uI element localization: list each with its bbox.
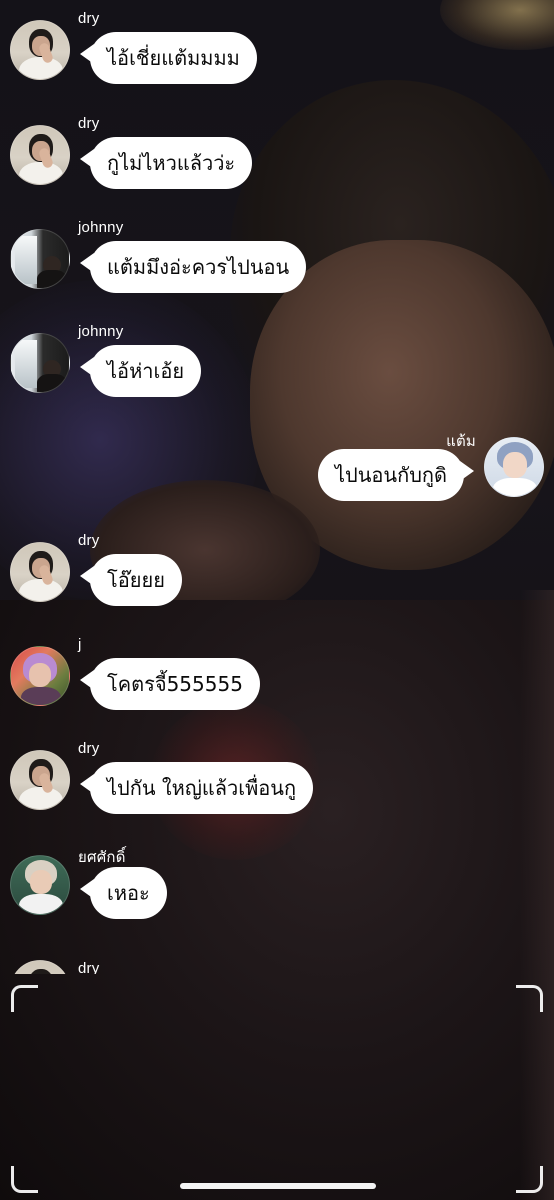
avatar[interactable] <box>10 20 70 80</box>
comment-bubble: ไอ้ห่าเอ้ย <box>79 345 202 397</box>
avatar[interactable] <box>10 750 70 810</box>
comment-username[interactable]: dry <box>78 10 99 27</box>
comment-username[interactable]: johnny <box>78 219 123 236</box>
comment-item: j โคตรจี้555555 <box>0 636 554 746</box>
comment-bubble: ไปนอนกับกูดิ <box>317 449 475 501</box>
avatar[interactable] <box>10 960 70 974</box>
comment-bubble: โคตรจี้555555 <box>80 658 260 710</box>
comment-username[interactable]: dry <box>78 532 99 549</box>
avatar[interactable] <box>10 125 70 185</box>
comment-item: johnny ไอ้ห่าเอ้ย <box>0 323 554 433</box>
viewfinder-corner-bottom-right-icon <box>516 1166 543 1193</box>
comment-item-self: แต้ม ไปนอนกับกูดิ <box>0 433 554 537</box>
comment-item-partial: dry <box>0 958 554 974</box>
viewfinder-corner-bottom-left-icon <box>11 1166 38 1193</box>
home-indicator[interactable] <box>180 1183 376 1189</box>
comment-item: dry โอ๊ยยย <box>0 532 554 642</box>
comment-item: ยศศักดิ์ เหอะ <box>0 849 554 955</box>
comment-bubble: กูไม่ไหวแล้วว่ะ <box>79 137 253 189</box>
comment-item: dry ไปกัน ใหญ่แล้วเพื่อนกู <box>0 740 554 850</box>
comment-bubble: ไปกัน ใหญ่แล้วเพื่อนกู <box>79 762 314 814</box>
comment-item: dry กูไม่ไหวแล้วว่ะ <box>0 115 554 225</box>
comment-username[interactable]: ยศศักดิ์ <box>78 845 126 869</box>
viewfinder-corner-top-left-icon <box>11 985 38 1012</box>
comment-bubble: ไอ้เชี่ยแต้มมมม <box>80 32 257 84</box>
comment-username[interactable]: dry <box>78 115 99 132</box>
comment-bubble: แต้มมึงอ่ะควรไปนอน <box>79 241 307 293</box>
comment-username[interactable]: dry <box>78 740 99 757</box>
comment-bubble: โอ๊ยยย <box>80 554 182 606</box>
comment-item: dry ไอ้เชี่ยแต้มมมม <box>0 10 554 120</box>
avatar[interactable] <box>10 855 70 915</box>
comment-username[interactable]: dry <box>78 960 99 974</box>
avatar[interactable] <box>484 437 544 497</box>
avatar[interactable] <box>10 542 70 602</box>
comment-username[interactable]: แต้ม <box>446 429 476 453</box>
avatar[interactable] <box>10 333 70 393</box>
comment-username[interactable]: j <box>78 636 82 653</box>
comment-bubble: เหอะ <box>80 867 167 919</box>
avatar[interactable] <box>10 229 70 289</box>
comment-item: johnny แต้มมึงอ่ะควรไปนอน <box>0 219 554 329</box>
avatar[interactable] <box>10 646 70 706</box>
comment-username[interactable]: johnny <box>78 323 123 340</box>
viewfinder-corner-top-right-icon <box>516 985 543 1012</box>
